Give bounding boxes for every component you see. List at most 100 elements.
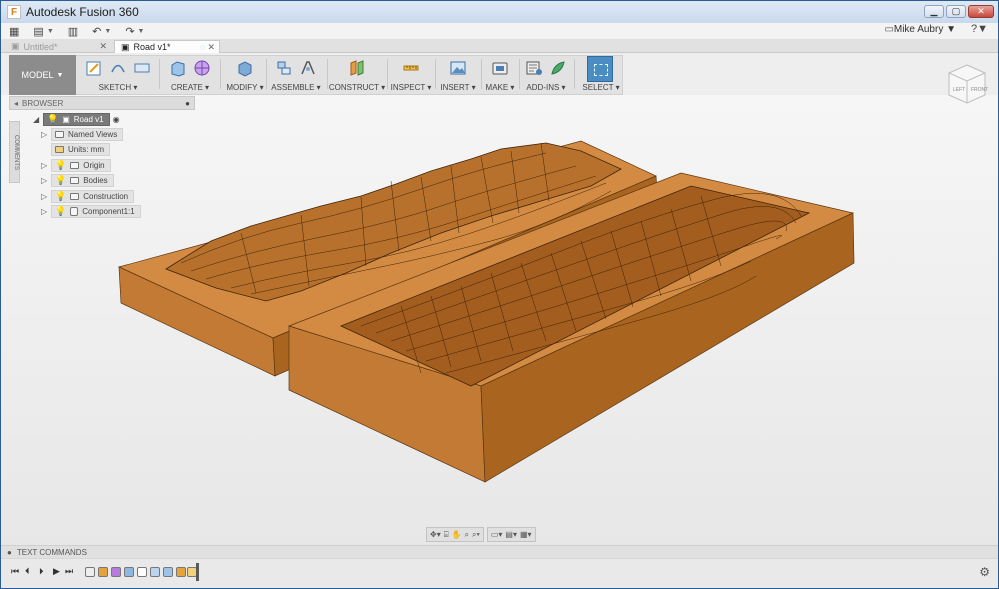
visibility-bulb-icon[interactable]: 💡 [55, 160, 66, 171]
visibility-bulb-icon[interactable]: 💡 [47, 114, 58, 125]
go-to-start-icon[interactable]: ⏮ [11, 566, 19, 577]
insert-group[interactable]: INSERT ▾ [439, 55, 477, 95]
file-menu-button[interactable]: ▤ ▼ [33, 25, 53, 38]
extrude-icon[interactable] [169, 59, 187, 77]
sketch-group[interactable]: SKETCH ▾ [81, 55, 155, 95]
tree-item-units[interactable]: Units: mm [51, 143, 110, 156]
display-settings-icon[interactable]: ▭▾ [491, 530, 503, 539]
add-ins-group[interactable]: ADD-INS ▾ [523, 55, 569, 95]
form-icon[interactable] [193, 59, 211, 77]
zoom-window-icon[interactable]: ⌕ [465, 530, 469, 540]
timeline-move-feature-icon[interactable] [176, 567, 186, 577]
step-forward-icon[interactable]: ▶ [53, 566, 60, 577]
close-tab-icon[interactable]: ✕ [207, 42, 215, 53]
measure-icon[interactable] [402, 59, 420, 77]
help-menu[interactable]: ?▼ [971, 23, 988, 35]
modify-group[interactable]: MODIFY ▾ [226, 55, 264, 95]
orbit-icon[interactable]: ✥▾ [430, 530, 441, 539]
fit-icon[interactable]: ⌕▾ [472, 530, 480, 540]
sketch-label[interactable]: SKETCH ▾ [99, 83, 138, 92]
minimize-button[interactable]: ▁ [924, 5, 944, 18]
3d-print-icon[interactable] [491, 59, 509, 77]
comment-icon[interactable]: ▭ [885, 24, 894, 35]
text-commands-bar[interactable]: ● TEXT COMMANDS [1, 545, 998, 558]
view-cube[interactable]: LEFT FRONT [945, 61, 989, 105]
workspace-switcher[interactable]: MODEL ▼ [9, 55, 76, 95]
insert-label[interactable]: INSERT ▾ [440, 83, 475, 92]
activate-radio-icon[interactable]: ◉ [113, 115, 120, 124]
create-group[interactable]: CREATE ▾ [165, 55, 215, 95]
viewcube-left-label[interactable]: LEFT [953, 87, 965, 93]
save-button[interactable]: ▥ [68, 25, 78, 38]
tree-item-named-views[interactable]: ▷ Named Views [41, 128, 124, 141]
insert-image-icon[interactable] [449, 59, 467, 77]
grid-settings-icon[interactable]: ▦▾ [520, 530, 532, 539]
joint-icon[interactable] [299, 59, 317, 77]
construct-label[interactable]: CONSTRUCT ▾ [329, 83, 385, 92]
expand-arrow-icon[interactable]: ▷ [41, 176, 51, 185]
offset-plane-icon[interactable] [348, 59, 366, 77]
play-icon[interactable]: ⏵ [39, 566, 44, 577]
expand-dot-icon[interactable]: ● [7, 548, 12, 557]
visibility-bulb-icon[interactable]: 💡 [55, 191, 66, 202]
go-to-end-icon[interactable]: ⏭ [65, 566, 73, 577]
collapse-arrow-icon[interactable]: ◂ [14, 99, 18, 108]
select-tool-button[interactable] [587, 56, 613, 82]
visibility-bulb-icon[interactable]: 💡 [55, 175, 66, 186]
rectangle-icon[interactable] [133, 59, 151, 77]
construct-group[interactable]: CONSTRUCT ▾ [329, 55, 385, 95]
look-at-icon[interactable]: ⌸ [444, 530, 449, 540]
timeline-marker[interactable] [196, 563, 199, 581]
comments-panel-tab[interactable]: COMMENTS [9, 121, 20, 183]
visual-style-icon[interactable]: ▤▾ [505, 530, 517, 539]
inspect-group[interactable]: INSPECT ▾ [391, 55, 431, 95]
collapse-icon[interactable]: ◢ [33, 115, 43, 124]
new-component-icon[interactable] [275, 59, 293, 77]
tree-item-construction[interactable]: ▷ 💡 Construction [41, 190, 135, 203]
tree-item-component1[interactable]: ▷ 💡 Component1:1 [41, 205, 141, 218]
timeline-extrude-feature-icon[interactable] [98, 567, 108, 577]
maximize-button[interactable]: ▢ [946, 5, 966, 18]
data-panel-grid-icon[interactable]: ▦ [9, 25, 19, 38]
inspect-label[interactable]: INSPECT ▾ [391, 83, 432, 92]
gear-icon[interactable]: ⚙ [979, 565, 990, 579]
tree-item-origin[interactable]: ▷ 💡 Origin [41, 159, 111, 172]
select-group[interactable]: SELECT ▾ [582, 83, 619, 95]
tab-road-v1[interactable]: ▣ Road v1* ◌ ✕ [114, 40, 220, 53]
create-label[interactable]: CREATE ▾ [171, 83, 209, 92]
pan-icon[interactable]: ✋ [452, 530, 462, 539]
tree-root-road-v1[interactable]: ◢ 💡 ▣ Road v1 ◉ [33, 113, 120, 126]
assemble-label[interactable]: ASSEMBLE ▾ [271, 83, 320, 92]
make-label[interactable]: MAKE ▾ [486, 83, 515, 92]
3d-viewport-canvas[interactable] [1, 95, 998, 545]
modify-label[interactable]: MODIFY ▾ [226, 83, 263, 92]
select-label[interactable]: SELECT ▾ [582, 83, 619, 92]
visibility-bulb-icon[interactable]: 💡 [55, 206, 66, 217]
assemble-group[interactable]: ASSEMBLE ▾ [271, 55, 321, 95]
timeline-sketch-feature-icon[interactable] [85, 567, 95, 577]
expand-arrow-icon[interactable]: ▷ [41, 161, 51, 170]
redo-button[interactable]: ↷ ▼ [125, 25, 144, 38]
undo-button[interactable]: ↶ ▼ [92, 25, 111, 38]
expand-arrow-icon[interactable]: ▷ [41, 207, 51, 216]
create-sketch-icon[interactable] [85, 59, 103, 77]
pin-icon[interactable]: ● [185, 99, 190, 108]
user-account-menu[interactable]: Mike Aubry ▼ [894, 24, 956, 35]
make-group[interactable]: MAKE ▾ [484, 55, 516, 95]
expand-arrow-icon[interactable]: ▷ [41, 130, 51, 139]
timeline-split-feature-icon[interactable] [163, 567, 173, 577]
add-ins-label[interactable]: ADD-INS ▾ [526, 83, 565, 92]
close-tab-icon[interactable]: ✕ [99, 41, 107, 52]
close-button[interactable]: ✕ [968, 5, 994, 18]
tree-item-bodies[interactable]: ▷ 💡 Bodies [41, 174, 114, 187]
press-pull-icon[interactable] [236, 59, 254, 77]
timeline-body-feature-icon[interactable] [124, 567, 134, 577]
viewcube-front-label[interactable]: FRONT [971, 87, 988, 93]
timeline-combine-feature-icon[interactable] [150, 567, 160, 577]
expand-arrow-icon[interactable]: ▷ [41, 192, 51, 201]
timeline-plane-feature-icon[interactable] [137, 567, 147, 577]
timeline-form-feature-icon[interactable] [111, 567, 121, 577]
arc-icon[interactable] [109, 59, 127, 77]
scripts-icon[interactable] [525, 59, 543, 77]
tab-untitled[interactable]: ▣ Untitled* ✕ [5, 40, 111, 53]
